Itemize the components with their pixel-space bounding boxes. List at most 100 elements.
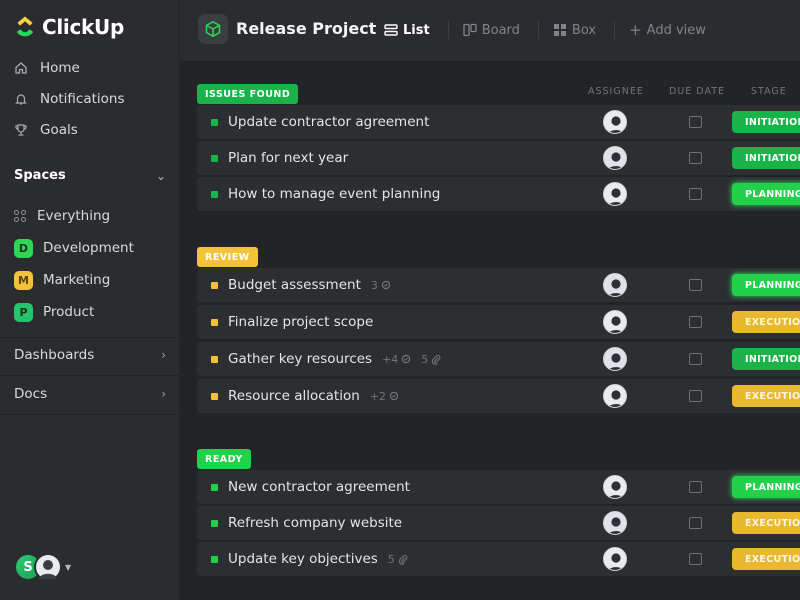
view-separator [614, 21, 616, 39]
add-view-button[interactable]: + Add view [629, 21, 706, 39]
space-item-development[interactable]: D Development [14, 232, 166, 264]
stage-badge[interactable]: EXECUTION [732, 311, 800, 333]
sidebar-item-docs[interactable]: Docs › [14, 386, 166, 402]
user-menu[interactable]: S ▼ [14, 553, 71, 581]
task-name[interactable]: Finalize project scope [228, 314, 373, 330]
task-name[interactable]: Update key objectives [228, 551, 378, 567]
stage-badge[interactable]: EXECUTION [732, 548, 800, 570]
stage-badge[interactable]: PLANNING [732, 183, 800, 205]
assignee-avatar[interactable] [603, 110, 627, 134]
attachment-count[interactable]: 5 [421, 353, 441, 366]
column-header-due-date[interactable]: DUE DATE [669, 86, 725, 97]
calendar-icon[interactable] [689, 553, 702, 565]
nav-item-goals[interactable]: Goals [0, 114, 180, 145]
task-row[interactable]: Budget assessment 3 PLANNING [197, 268, 800, 302]
task-row[interactable]: Gather key resources +4 5 INITIATION [197, 342, 800, 376]
paperclip-icon [431, 354, 441, 365]
group-status-tag[interactable]: ISSUES FOUND [197, 84, 299, 104]
box-icon [553, 24, 566, 36]
task-row[interactable]: How to manage event planning PLANNING [197, 177, 800, 211]
calendar-icon[interactable] [689, 517, 702, 529]
subtask-count-value: +4 [382, 352, 399, 366]
assignee-avatar[interactable] [603, 475, 627, 499]
tab-box[interactable]: Box [553, 23, 596, 38]
assignee-avatar[interactable] [603, 384, 627, 408]
assignee-avatar[interactable] [603, 347, 627, 371]
calendar-icon[interactable] [689, 316, 702, 328]
status-square-icon[interactable] [211, 318, 218, 326]
task-name[interactable]: Update contractor agreement [228, 114, 429, 130]
task-name[interactable]: Budget assessment [228, 277, 361, 293]
task-name[interactable]: Gather key resources [228, 351, 372, 367]
calendar-icon[interactable] [689, 116, 702, 128]
status-square-icon[interactable] [211, 483, 218, 491]
space-item-product[interactable]: P Product [14, 296, 166, 328]
stage-badge[interactable]: EXECUTION [732, 512, 800, 534]
task-row[interactable]: Refresh company website EXECUTION [197, 506, 800, 540]
group-status-tag[interactable]: REVIEW [197, 247, 258, 267]
task-name[interactable]: New contractor agreement [228, 479, 410, 495]
status-square-icon[interactable] [211, 355, 218, 363]
attachment-count-value: 5 [421, 352, 429, 366]
status-square-icon[interactable] [211, 555, 218, 563]
calendar-icon[interactable] [689, 353, 702, 365]
task-row[interactable]: Finalize project scope EXECUTION [197, 305, 800, 339]
calendar-icon[interactable] [689, 279, 702, 291]
app-logo[interactable]: ClickUp [14, 15, 124, 39]
task-row[interactable]: Update contractor agreement INITIATION [197, 105, 800, 139]
nav-item-notifications[interactable]: Notifications [0, 83, 180, 114]
cube-icon [198, 14, 228, 44]
task-row[interactable]: Update key objectives 5 EXECUTION [197, 542, 800, 576]
attachment-count[interactable]: 5 [388, 553, 408, 566]
nav-item-home[interactable]: Home [0, 52, 180, 83]
stage-badge[interactable]: INITIATION [732, 111, 800, 133]
task-row[interactable]: Plan for next year INITIATION [197, 141, 800, 175]
task-name[interactable]: How to manage event planning [228, 186, 440, 202]
task-name[interactable]: Plan for next year [228, 150, 348, 166]
spaces-header[interactable]: Spaces ⌄ [14, 168, 166, 183]
assignee-avatar[interactable] [603, 182, 627, 206]
group-status-tag[interactable]: READY [197, 449, 251, 469]
top-bar: Release Project List Board Box + Add vie… [180, 0, 800, 62]
subtask-count-value: +2 [369, 389, 387, 403]
status-square-icon[interactable] [211, 118, 218, 126]
view-separator [537, 21, 539, 39]
status-square-icon[interactable] [211, 190, 218, 198]
calendar-icon[interactable] [689, 481, 702, 493]
sidebar-item-dashboards[interactable]: Dashboards › [14, 347, 166, 363]
task-meta: +4 5 [382, 353, 441, 366]
stage-badge[interactable]: EXECUTION [732, 385, 800, 407]
column-header-stage[interactable]: STAGE [751, 86, 787, 97]
status-square-icon[interactable] [211, 392, 218, 400]
status-square-icon[interactable] [211, 154, 218, 162]
chevron-down-icon[interactable]: ⌄ [156, 169, 166, 183]
status-square-icon[interactable] [211, 519, 218, 527]
assignee-avatar[interactable] [603, 146, 627, 170]
task-row[interactable]: New contractor agreement PLANNING [197, 470, 800, 504]
stage-badge[interactable]: PLANNING [732, 476, 800, 498]
assignee-avatar[interactable] [603, 511, 627, 535]
space-item-marketing[interactable]: M Marketing [14, 264, 166, 296]
status-square-icon[interactable] [211, 281, 218, 289]
subtask-count[interactable]: +4 [382, 353, 411, 366]
calendar-icon[interactable] [689, 188, 702, 200]
space-item-everything[interactable]: Everything [14, 200, 166, 232]
task-name[interactable]: Resource allocation [228, 388, 360, 404]
assignee-avatar[interactable] [603, 310, 627, 334]
task-name[interactable]: Refresh company website [228, 515, 402, 531]
stage-badge[interactable]: INITIATION [732, 348, 800, 370]
assignee-avatar[interactable] [603, 273, 627, 297]
tab-board[interactable]: Board [463, 23, 520, 38]
everything-icon [14, 209, 27, 223]
stage-badge[interactable]: PLANNING [732, 274, 800, 296]
docs-label: Docs [14, 386, 48, 402]
tab-list[interactable]: List [384, 23, 430, 38]
stage-badge[interactable]: INITIATION [732, 147, 800, 169]
calendar-icon[interactable] [689, 152, 702, 164]
column-header-assignee[interactable]: ASSIGNEE [588, 86, 644, 97]
subtask-count[interactable]: 3 [371, 279, 391, 292]
subtask-count[interactable]: +2 [370, 390, 399, 403]
task-row[interactable]: Resource allocation +2 EXECUTION [197, 379, 800, 413]
assignee-avatar[interactable] [603, 547, 627, 571]
calendar-icon[interactable] [689, 390, 702, 402]
